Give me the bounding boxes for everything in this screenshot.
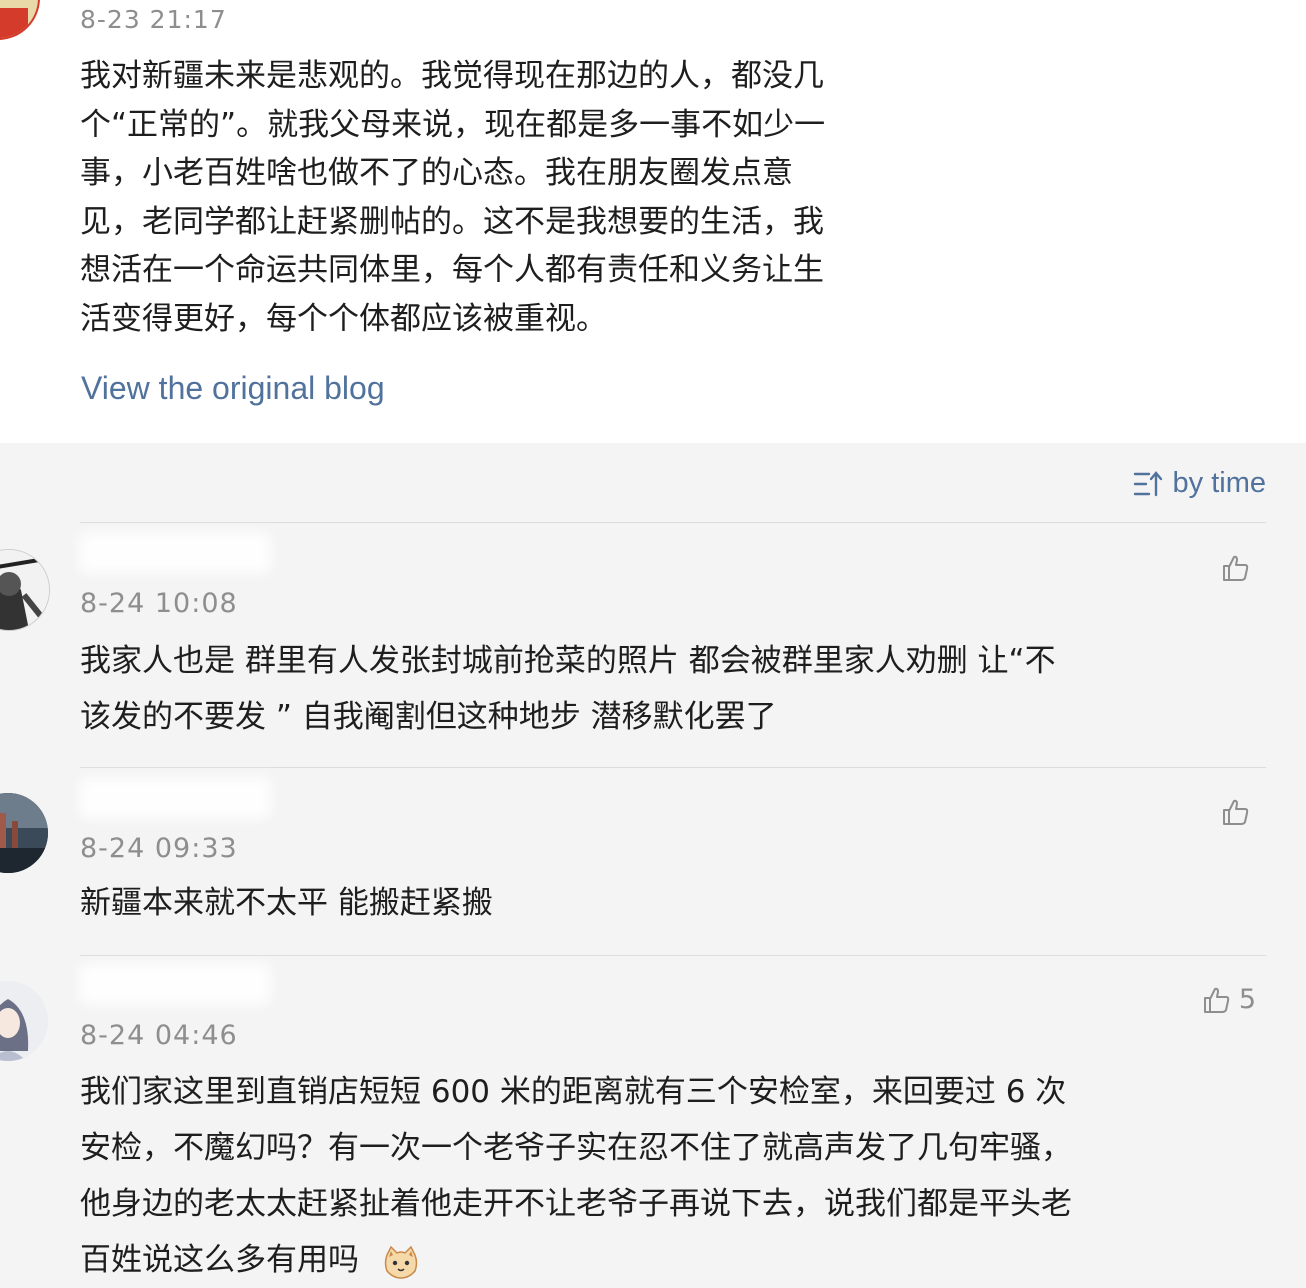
comment-timestamp: 8-24 10:08 xyxy=(80,588,238,619)
avatar[interactable] xyxy=(0,0,40,40)
comment-text-line: 我们家这里到直销店短短 600 米的距离就有三个安检室，来回要过 6 次 xyxy=(80,1074,1067,1110)
comment-text-line: 百姓说这么多有用吗 xyxy=(80,1232,1260,1288)
sort-by-time-button[interactable]: by time xyxy=(1133,467,1266,500)
post-text-line: 见，老同学都让赶紧删帖的。这不是我想要的生活，我 xyxy=(80,203,824,240)
post-text-line: 想活在一个命运共同体里，每个人都有责任和义务让生 xyxy=(80,252,824,288)
comment-text: 我们家这里到直销店短短 600 米的距离就有三个安检室，来回要过 6 次 安检，… xyxy=(80,1064,1260,1288)
comment-text-line: 安检，不魔幻吗？有一次一个老爷子实在忍不住了就高声发了几句牢骚， xyxy=(80,1130,1072,1166)
comment-timestamp: 8-24 09:33 xyxy=(80,833,238,864)
cat-face-emoji-icon xyxy=(384,1245,418,1279)
post-text-line: 个“正常的”。就我父母来说，现在都是多一事不如少一 xyxy=(80,106,826,143)
avatar[interactable] xyxy=(0,793,48,873)
comment-text: 新疆本来就不太平 能搬赶紧搬 xyxy=(80,875,1260,931)
username-redacted xyxy=(80,533,270,573)
divider xyxy=(80,767,1266,768)
username-redacted xyxy=(80,964,270,1004)
comment-text: 我家人也是 群里有人发张封城前抢菜的照片 都会被群里家人劝删 让“不 该发的不要… xyxy=(80,633,1260,745)
username-redacted xyxy=(80,778,270,818)
avatar-image xyxy=(0,981,48,1061)
comment-text-line: 他身边的老太太赶紧扯着他走开不让老爷子再说下去，说我们都是平头老 xyxy=(80,1186,1072,1222)
comment-text-line: 该发的不要发 ” 自我阉割但这种地步 潜移默化罢了 xyxy=(80,699,777,735)
avatar[interactable] xyxy=(0,981,48,1061)
sort-label: by time xyxy=(1172,467,1266,499)
like-count: 5 xyxy=(1238,984,1256,1015)
divider xyxy=(80,955,1266,956)
original-post: 8-23 21:17 我对新疆未来是悲观的。我觉得现在那边的人，都没几 个“正常… xyxy=(0,0,1306,443)
view-original-blog-link[interactable]: View the original blog xyxy=(81,370,385,407)
post-text: 我对新疆未来是悲观的。我觉得现在那边的人，都没几 个“正常的”。就我父母来说，现… xyxy=(80,52,920,343)
thumbs-up-icon xyxy=(1223,799,1249,825)
like-button[interactable]: 5 xyxy=(1201,984,1256,1015)
comment-text-line: 我家人也是 群里有人发张封城前抢菜的照片 都会被群里家人劝删 让“不 xyxy=(80,643,1056,679)
comment-timestamp: 8-24 04:46 xyxy=(80,1020,238,1051)
thumbs-up-icon xyxy=(1223,555,1249,581)
avatar-image xyxy=(0,793,48,873)
post-timestamp: 8-23 21:17 xyxy=(80,5,227,34)
post-text-line: 活变得更好，每个个体都应该被重视。 xyxy=(80,300,607,337)
comment-text-fragment: 百姓说这么多有用吗 xyxy=(80,1242,359,1278)
avatar[interactable] xyxy=(0,549,50,631)
post-text-line: 我对新疆未来是悲观的。我觉得现在那边的人，都没几 xyxy=(80,58,824,94)
like-button[interactable] xyxy=(1220,797,1258,827)
sort-icon xyxy=(1133,470,1162,496)
comment-text-line: 新疆本来就不太平 能搬赶紧搬 xyxy=(80,885,493,921)
avatar-image xyxy=(0,550,49,630)
divider xyxy=(80,522,1266,523)
like-button[interactable] xyxy=(1220,553,1258,583)
thumbs-up-icon xyxy=(1203,987,1230,1013)
post-text-line: 事，小老百姓啥也做不了的心态。我在朋友圈发点意 xyxy=(80,155,793,191)
